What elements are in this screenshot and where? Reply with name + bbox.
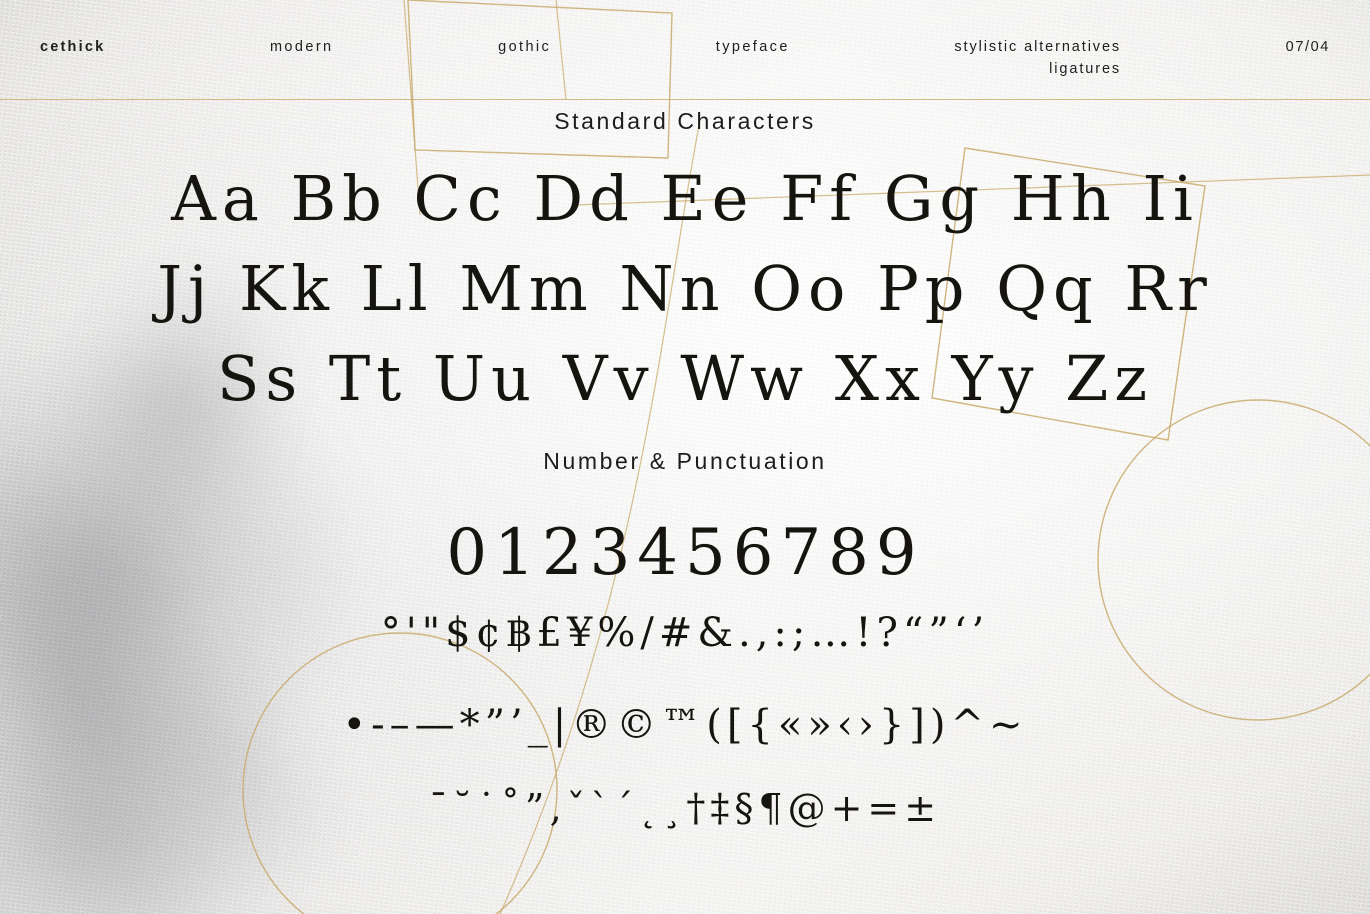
punctuation-row-3: ¯˘˙˚”‚ˇ`´˛¸†‡§¶@+=± [0, 786, 1370, 830]
page-number: 07/04 [1285, 39, 1330, 55]
alphabet-row-2: Jj Kk Ll Mm Nn Oo Pp Qq Rr [0, 258, 1370, 320]
header-tag-modern: modern [269, 39, 334, 55]
section-title-number-punctuation: Number & Punctuation [543, 448, 827, 474]
section-title-standard-characters: Standard Characters [554, 108, 816, 134]
header-divider [0, 99, 1370, 100]
header-tag-typeface: typeface [715, 39, 790, 55]
numerals-row: 0123456789 [0, 516, 1370, 590]
header-descriptor-line1: stylistic alternatives [954, 39, 1122, 55]
punctuation-row-2: •‐–—*”’_|®©™([{«»‹›}])^~ [0, 702, 1370, 748]
gold-circle-bottom [242, 632, 558, 914]
font-specimen-poster: cethick modern gothic typeface stylistic… [0, 0, 1370, 914]
header-descriptor-line2: ligatures [1049, 61, 1122, 78]
alphabet-row-3: Ss Tt Uu Vv Ww Xx Yy Zz [0, 348, 1370, 410]
header-item-list: cethick modern gothic typeface stylistic… [40, 36, 1330, 81]
punctuation-row-1-glyphs: °'"$¢฿£¥%/#&.,:;…!?“”‘’ [380, 610, 990, 656]
header-tag-gothic: gothic [498, 39, 552, 55]
punctuation-row-3-glyphs: ¯˘˙˚”‚ˇ`´˛¸†‡§¶@+=± [428, 786, 942, 830]
alphabet-row-2-glyphs: Jj Kk Ll Mm Nn Oo Pp Qq Rr [157, 252, 1213, 325]
header-descriptor: stylistic alternatives ligatures [954, 36, 1121, 81]
alphabet-row-1-glyphs: Aa Bb Cc Dd Ee Ff Gg Hh Ii [171, 162, 1199, 235]
punctuation-row-2-glyphs: •‐–—*”’_|®©™([{«»‹›}])^~ [342, 702, 1028, 748]
poster-header: cethick modern gothic typeface stylistic… [0, 0, 1370, 100]
brand-name: cethick [40, 39, 106, 55]
alphabet-row-1: Aa Bb Cc Dd Ee Ff Gg Hh Ii [0, 168, 1370, 230]
numerals-glyphs: 0123456789 [446, 516, 924, 590]
alphabet-row-3-glyphs: Ss Tt Uu Vv Ww Xx Yy Zz [216, 342, 1154, 415]
punctuation-row-1: °'"$¢฿£¥%/#&.,:;…!?“”‘’ [0, 610, 1370, 656]
